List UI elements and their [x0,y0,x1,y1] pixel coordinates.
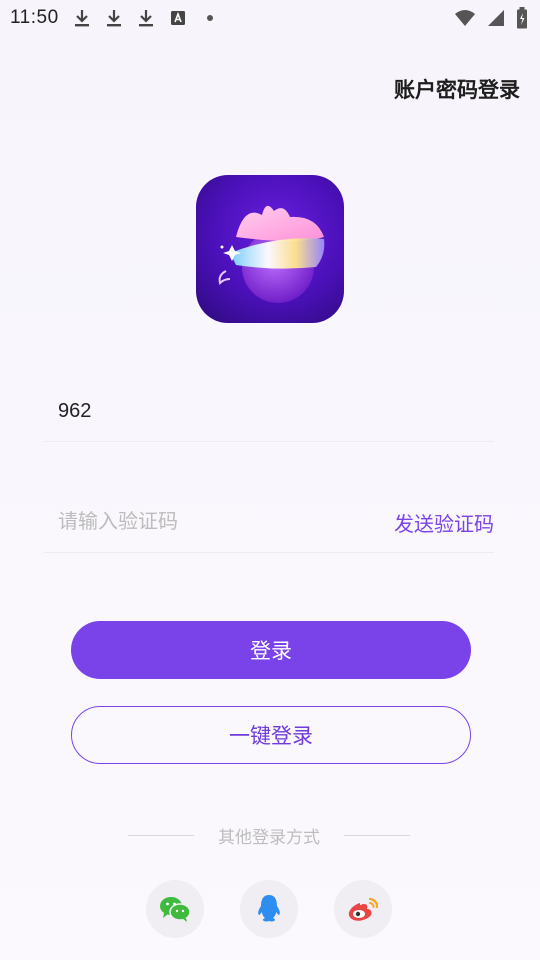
weibo-icon [348,897,379,921]
battery-charging-icon [517,7,527,29]
signal-icon [488,10,504,26]
account-password-login-link[interactable]: 账户密码登录 [394,74,520,104]
one-key-login-button[interactable]: 一键登录 [71,706,471,764]
wechat-login-button[interactable] [146,880,204,938]
qq-login-button[interactable] [240,880,298,938]
qq-icon [258,895,280,922]
dot-icon [206,15,213,21]
download-icon [74,10,89,27]
status-bar: 11:50 [0,0,540,36]
login-button[interactable]: 登录 [71,621,471,679]
other-login-divider: 其他登录方式 [128,822,410,848]
verification-code-input[interactable] [58,511,358,534]
status-right [454,7,528,29]
status-left: 11:50 [10,7,219,29]
wifi-icon [455,10,475,26]
a-box-icon [170,11,185,25]
download-icon [106,10,121,27]
download-icon [138,10,153,27]
weibo-login-button[interactable] [334,880,392,938]
phone-input[interactable] [58,400,358,423]
status-time: 11:50 [10,7,59,28]
divider-line [344,834,410,836]
app-logo [196,175,344,323]
code-field-row: 发送验证码 [44,493,494,553]
phone-field-row [44,382,494,442]
wechat-icon [160,897,191,922]
send-code-button[interactable]: 发送验证码 [394,508,494,537]
other-login-label: 其他登录方式 [218,827,320,848]
app-logo-icon [218,205,325,303]
divider-line [128,834,194,836]
